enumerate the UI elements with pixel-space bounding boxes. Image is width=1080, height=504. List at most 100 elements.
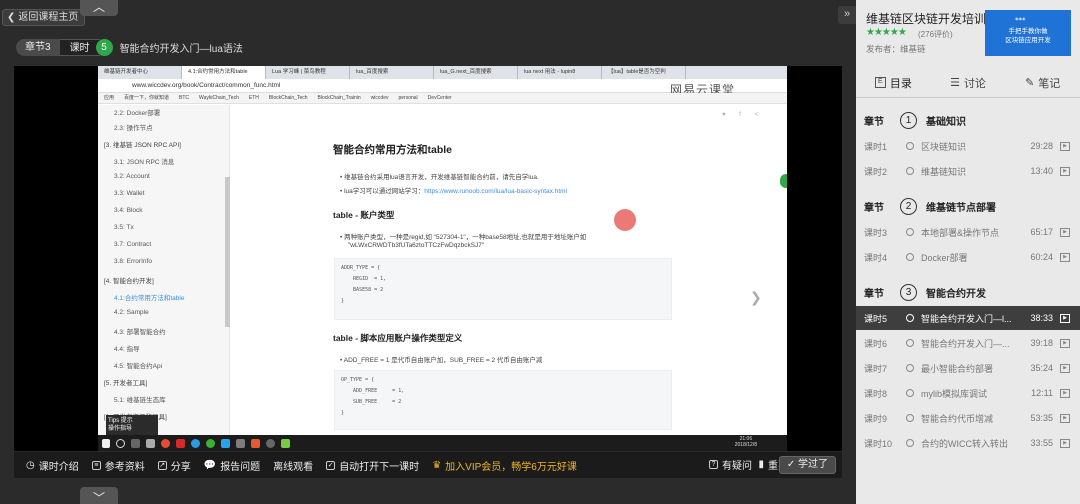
player-area: ❮ 返回课程主页 ︿ 章节3 课时 5 智能合约开发入门—lua语法 维基链开发… xyxy=(0,0,856,504)
report-problem-button[interactable]: 💬 报告问题 xyxy=(204,458,260,473)
double-chevron-right-icon: » xyxy=(843,8,851,20)
lesson-item[interactable]: 课时6 智能合约开发入门—... 39:18 ▶ xyxy=(856,331,1080,355)
lesson-item[interactable]: 课时3 本地部署&操作节点 65:17 ▶ xyxy=(856,220,1080,244)
doc-nav-item: 3.4: Block xyxy=(114,207,143,214)
learned-button[interactable]: ✓ 学过了 xyxy=(778,456,836,474)
lesson-item[interactable]: 课时4 Docker部署 60:24 ▶ xyxy=(856,245,1080,269)
lesson-duration: 39:18 xyxy=(1030,338,1053,348)
progress-circle-icon xyxy=(906,414,914,422)
lesson-duration: 53:35 xyxy=(1030,413,1053,423)
chapter-header: 章节 3 智能合约开发 xyxy=(856,279,1080,305)
lesson-duration: 38:33 xyxy=(1030,313,1053,323)
lesson-intro-button[interactable]: ◷ 课时介绍 xyxy=(26,458,79,473)
progress-circle-icon xyxy=(906,389,914,397)
app-icon xyxy=(146,438,155,448)
chapter-title: 智能合约开发 xyxy=(926,288,986,300)
chapter-header: 章节 1 基础知识 xyxy=(856,107,1080,133)
course-title[interactable]: 维基链区块链开发培训... xyxy=(866,10,996,27)
lesson-item[interactable]: 课时7 最小智能合约部署 35:24 ▶ xyxy=(856,356,1080,380)
back-label: 返回课程主页 xyxy=(18,12,79,23)
progress-circle-icon xyxy=(906,439,914,447)
browser-tab: lua next 用法 - lupin8 xyxy=(518,66,602,79)
doc-nav-item: 4.1:合约常用方法和table xyxy=(114,295,185,302)
doc-nav-item: 4.5: 智能合约Api xyxy=(114,363,163,370)
runoob-link: https://www.runoob.com/lua/lua-basic-syn… xyxy=(424,188,567,195)
browser-tab: Lua 学习峰 | 菜鸟教程 xyxy=(266,66,350,79)
materials-button[interactable]: ≡ 参考资料 xyxy=(91,458,145,473)
windows-taskbar: 21:06 2018/12/8 xyxy=(98,435,787,451)
play-icon: ▶ xyxy=(1060,141,1070,151)
bookmark-item: BlockChain_Trainin xyxy=(317,95,361,101)
offline-watch-button[interactable]: 离线观看 xyxy=(273,458,313,473)
autoplay-toggle[interactable]: ✓ 自动打开下一课时 xyxy=(326,458,419,473)
lesson-number: 课时2 xyxy=(864,166,888,177)
lesson-item[interactable]: 课时10 合约的WICC转入转出 33:55 ▶ xyxy=(856,431,1080,455)
bookmark-item: BlockChain_Tech xyxy=(268,95,308,101)
side-panel-toggle[interactable]: » xyxy=(838,6,856,24)
vip-join-link[interactable]: ♛ 加入VIP会员，畅学6万元好课 xyxy=(432,458,577,473)
course-thumbnail[interactable]: ◉◉◉ 手把手教你做 区块链应用开发 xyxy=(985,10,1071,56)
lesson-item[interactable]: 课时1 区块链知识 29:28 ▶ xyxy=(856,134,1080,158)
tab-notes[interactable]: ✎ 笔记 xyxy=(1005,68,1080,97)
play-icon: ▶ xyxy=(1060,227,1070,237)
doc-nav-item: 2.3: 操作节点 xyxy=(114,125,153,132)
clock-icon: ◷ xyxy=(26,459,35,471)
tab-catalog[interactable]: E 目录 xyxy=(856,68,931,97)
thumb-line-2: 区块链应用开发 xyxy=(1005,37,1051,44)
lesson-duration: 13:40 xyxy=(1030,166,1053,176)
video-frame[interactable]: 维基链开发者中心 4.1:合约常用方法和table Lua 学习峰 | 菜鸟教程 lu… xyxy=(14,66,842,451)
lesson-title: 合约的WICC转入转出 xyxy=(921,438,1008,449)
doc-content: ♥ f < 智能合约常用方法和table • 维基链合约采用lua语言开发，开发… xyxy=(230,105,787,451)
code-line: BASE58 = 2 xyxy=(341,287,384,293)
wechat-icon xyxy=(206,438,215,448)
code-line: } xyxy=(341,410,345,416)
doc-nav-item: 5.1: 维基链生态库 xyxy=(114,397,166,404)
code-line: ADDR_TYPE = { xyxy=(341,265,381,271)
chapter-label: 章节 xyxy=(864,116,884,128)
chat-bubble-icon: 💬 xyxy=(203,459,217,471)
doc-bullet-4: • ADD_FREE = 1 是代币自由账户加，SUB_FREE = 2 代币自… xyxy=(340,357,543,364)
lesson-number: 课时7 xyxy=(864,363,888,374)
lesson-number: 课时4 xyxy=(864,252,888,263)
tab-discussion[interactable]: ☰ 讨论 xyxy=(931,68,1006,97)
lesson-title: 最小智能合约部署 xyxy=(921,363,994,374)
chevron-down-icon: ﹀ xyxy=(92,490,105,504)
collapse-up-button[interactable]: ︿ xyxy=(80,0,118,16)
bookmark-item: 应用 xyxy=(104,95,115,101)
lesson-item[interactable]: 课时8 mylib模拟库调试 12:11 ▶ xyxy=(856,381,1080,405)
lesson-title: 智能合约代币增减 xyxy=(921,413,994,424)
lesson-title: 维基链知识 xyxy=(921,166,967,177)
back-to-course-button[interactable]: ❮ 返回课程主页 xyxy=(2,9,86,26)
lesson-item[interactable]: 课时9 智能合约代币增减 53:35 ▶ xyxy=(856,406,1080,430)
doc-nav-item: 3.8: ErrorInfo xyxy=(114,258,152,265)
progress-circle-icon xyxy=(906,253,914,261)
bookmark-item: DevCenter xyxy=(427,95,452,101)
browser-tab: 4.1:合约常用方法和table xyxy=(182,66,266,79)
app-icon xyxy=(176,438,185,448)
doc-nav-item: 3.3: Wallet xyxy=(114,190,145,197)
bookmark-item: WaykiChain_Tech xyxy=(199,95,239,101)
chapter-label: 章节 xyxy=(864,288,884,300)
share-icons: ♥ f < xyxy=(722,112,765,118)
doc-nav: [6. 开发者资源和工具]5.1: 维基链生态库[5. 开发者工具]4.5: 智… xyxy=(98,105,230,451)
lesson-item[interactable]: 课时5 智能合约开发入门—l... 38:33 ▶ xyxy=(856,306,1080,330)
collapse-down-button[interactable]: ﹀ xyxy=(80,487,118,504)
telegram-icon xyxy=(191,438,200,448)
rating-count: (276评价) xyxy=(918,30,953,39)
code-block-op-type: OP_TYPE = { ADD_FREE = 1, SUB_FREE = 2} xyxy=(334,370,672,430)
code-line: SUB_FREE = 2 xyxy=(341,399,402,405)
ask-question-button[interactable]: ? 有疑问 xyxy=(709,457,752,472)
share-button[interactable]: ↗ 分享 xyxy=(157,458,191,473)
code-line: } xyxy=(341,298,345,304)
bookmark-item: wiccdev xyxy=(370,95,389,101)
doc-nav-item: [3. 维基链 JSON RPC API] xyxy=(104,142,181,149)
chrome-icon xyxy=(161,438,170,448)
progress-circle-icon xyxy=(906,314,914,322)
doc-nav-item: 3.5: Tx xyxy=(114,224,134,231)
lesson-item[interactable]: 课时2 维基链知识 13:40 ▶ xyxy=(856,159,1080,183)
lesson-number: 课时9 xyxy=(864,413,888,424)
doc-nav-item: 4.4: 指导 xyxy=(114,346,140,353)
next-page-arrow-icon: ❯ xyxy=(750,289,762,305)
doc-nav-item: 4.2: Sample xyxy=(114,309,149,316)
progress-circle-icon xyxy=(906,228,914,236)
